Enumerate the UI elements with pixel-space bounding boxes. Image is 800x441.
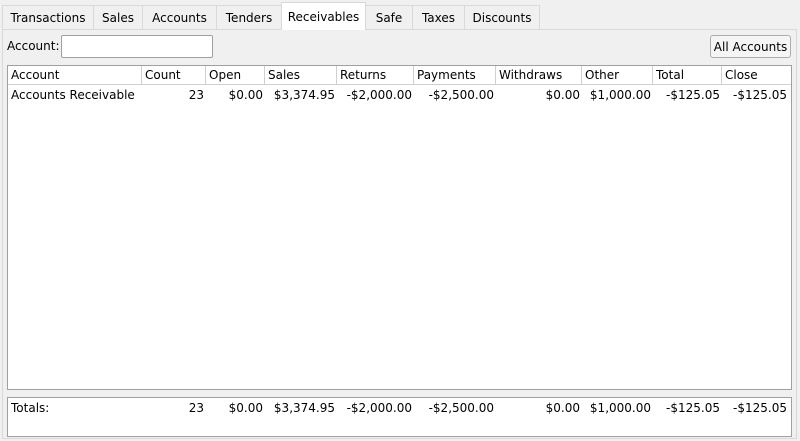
tab-transactions[interactable]: Transactions <box>2 5 94 29</box>
column-header-returns[interactable]: Returns <box>337 66 414 85</box>
column-header-sales[interactable]: Sales <box>265 66 337 85</box>
all-accounts-button[interactable]: All Accounts <box>710 35 791 58</box>
totals-returns: -$2,000.00 <box>346 401 412 415</box>
tab-tenders[interactable]: Tenders <box>216 5 282 29</box>
totals-sales: $3,374.95 <box>273 401 335 415</box>
cell-withdraws: $0.00 <box>545 88 580 102</box>
column-header-count[interactable]: Count <box>142 66 206 85</box>
column-header-withdraws[interactable]: Withdraws <box>496 66 582 85</box>
cell-returns: -$2,000.00 <box>346 88 412 102</box>
totals-open: $0.00 <box>228 401 263 415</box>
totals-label: Totals: <box>11 401 50 415</box>
cell-total: -$125.05 <box>666 88 720 102</box>
tab-receivables[interactable]: Receivables <box>281 2 366 30</box>
table-row[interactable]: Accounts Receivable 23 $0.00 $3,374.95 -… <box>8 86 791 104</box>
cell-account: Accounts Receivable <box>11 88 135 102</box>
column-header-payments[interactable]: Payments <box>414 66 496 85</box>
receivables-table[interactable]: Account Count Open Sales Returns Payment… <box>7 65 792 390</box>
tab-safe[interactable]: Safe <box>365 5 413 29</box>
column-header-account[interactable]: Account <box>8 66 142 85</box>
column-header-total[interactable]: Total <box>653 66 722 85</box>
totals-payments: -$2,500.00 <box>428 401 494 415</box>
cell-open: $0.00 <box>228 88 263 102</box>
totals-count: 23 <box>188 401 204 415</box>
tab-sales[interactable]: Sales <box>93 5 143 29</box>
column-header-open[interactable]: Open <box>206 66 265 85</box>
totals-withdraws: $0.00 <box>545 401 580 415</box>
tab-accounts[interactable]: Accounts <box>142 5 217 29</box>
cell-close: -$125.05 <box>733 88 787 102</box>
column-header-other[interactable]: Other <box>582 66 653 85</box>
totals-row: Totals: 23 $0.00 $3,374.95 -$2,000.00 -$… <box>7 397 792 437</box>
totals-close: -$125.05 <box>733 401 787 415</box>
tab-bar: Transactions Sales Accounts Tenders Rece… <box>0 0 800 30</box>
account-label: Account: <box>7 39 60 53</box>
cell-payments: -$2,500.00 <box>428 88 494 102</box>
totals-total: -$125.05 <box>666 401 720 415</box>
column-header-close[interactable]: Close <box>722 66 791 85</box>
tab-discounts[interactable]: Discounts <box>464 5 540 29</box>
tab-taxes[interactable]: Taxes <box>412 5 465 29</box>
cell-sales: $3,374.95 <box>273 88 335 102</box>
cell-count: 23 <box>188 88 204 102</box>
totals-other: $1,000.00 <box>589 401 651 415</box>
cell-other: $1,000.00 <box>589 88 651 102</box>
account-input[interactable] <box>61 35 213 58</box>
